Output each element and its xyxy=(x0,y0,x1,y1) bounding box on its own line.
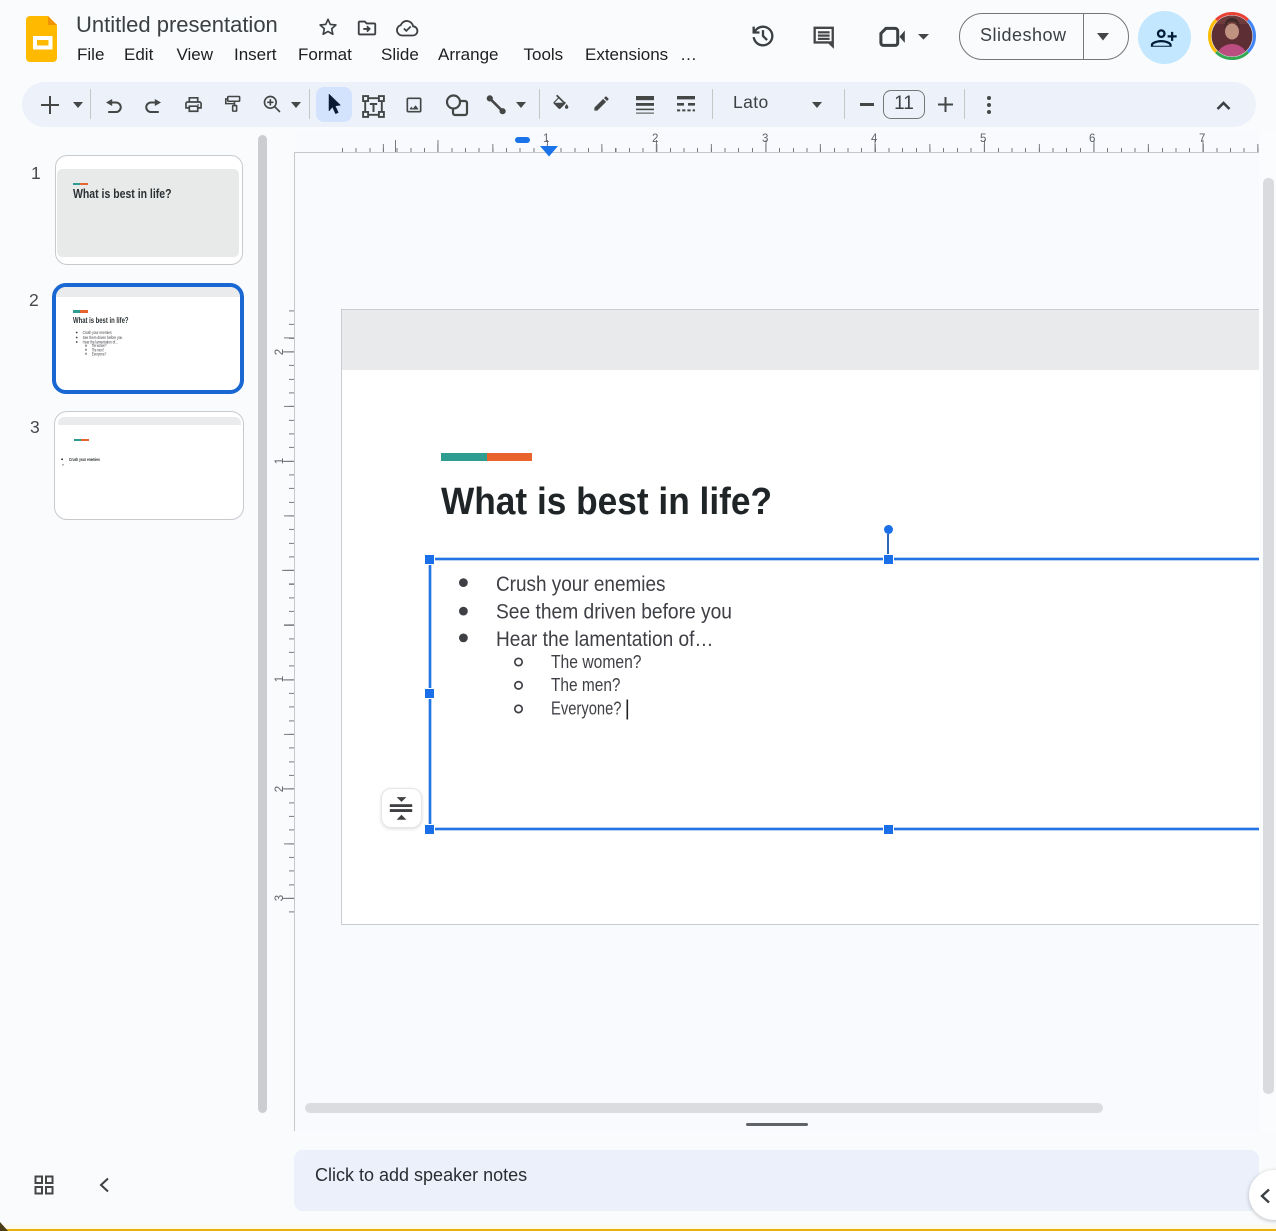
svg-text:Everyone?: Everyone? xyxy=(551,698,622,719)
svg-text:See them driven before you: See them driven before you xyxy=(496,601,732,624)
svg-text:What is best in life?: What is best in life? xyxy=(73,188,172,201)
svg-text:What is best in life?: What is best in life? xyxy=(441,485,772,523)
svg-text:Crush your enemies: Crush your enemies xyxy=(68,457,99,462)
svg-text:Crush your enemies: Crush your enemies xyxy=(496,573,666,596)
svg-text:Hear the lamentation of…: Hear the lamentation of… xyxy=(496,628,714,651)
svg-text:The men?: The men? xyxy=(551,674,621,695)
svg-text:What is best in life?: What is best in life? xyxy=(73,316,129,325)
svg-text:Everyone?: Everyone? xyxy=(92,351,107,356)
svg-text:The women?: The women? xyxy=(551,651,642,672)
